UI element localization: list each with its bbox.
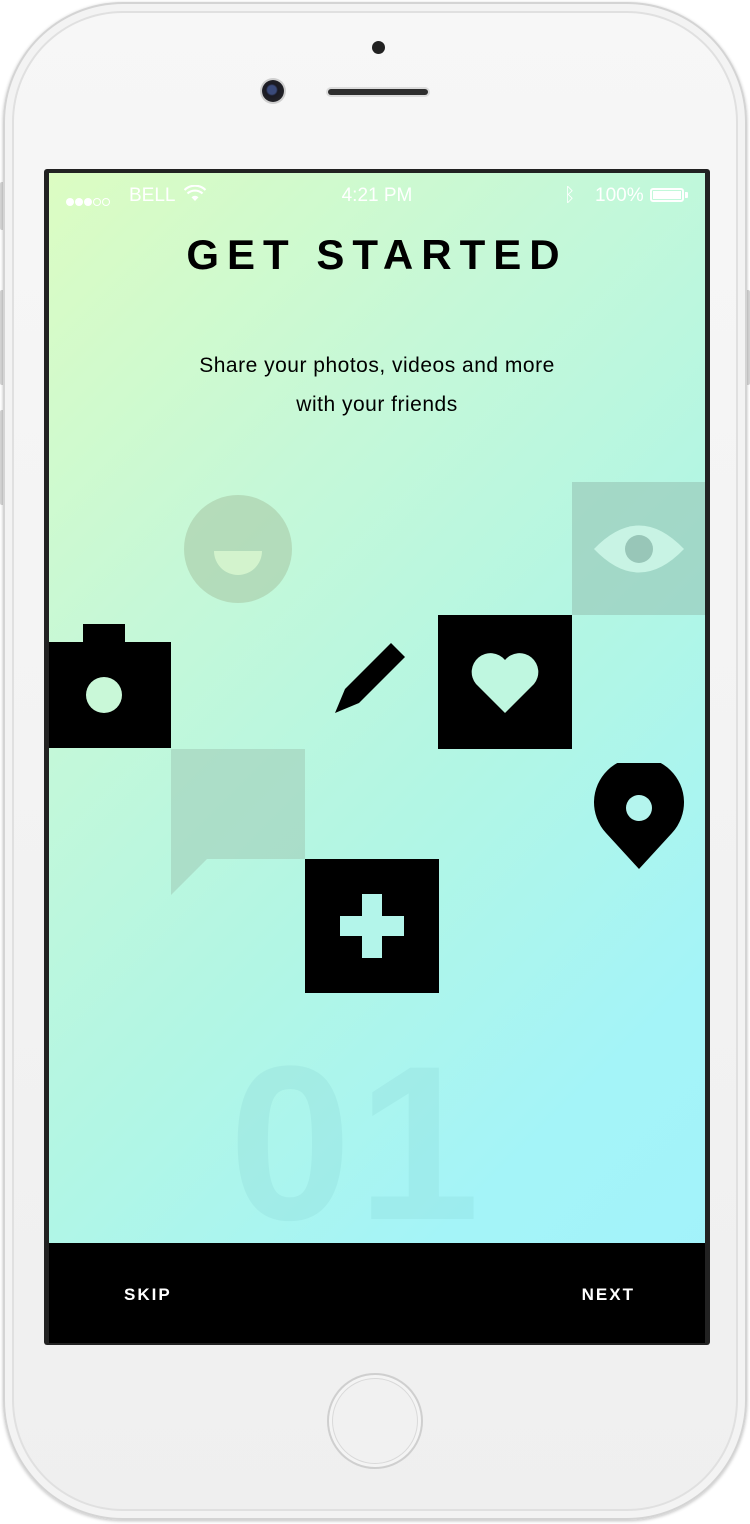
proximity-sensor	[372, 41, 385, 54]
subtitle-line-1: Share your photos, videos and more	[199, 354, 555, 377]
status-bar: BELL 4:21 PM ᛒ 100%	[49, 183, 705, 209]
next-button[interactable]: NEXT	[582, 1285, 635, 1305]
front-camera	[262, 80, 284, 102]
chat-bubble-icon	[171, 749, 305, 895]
bluetooth-icon: ᛒ	[564, 185, 576, 206]
smiley-icon	[184, 495, 292, 603]
page-title: GET STARTED	[186, 231, 568, 278]
home-button[interactable]	[327, 1373, 423, 1469]
pencil-icon	[335, 643, 405, 713]
subtitle-line-2: with your friends	[296, 393, 458, 416]
bottom-navigation-bar: SKIP NEXT	[49, 1243, 705, 1343]
earpiece-speaker	[328, 89, 428, 95]
heart-icon	[438, 615, 572, 749]
step-number: 01	[229, 1020, 486, 1266]
camera-icon	[49, 624, 171, 748]
skip-button[interactable]: SKIP	[124, 1285, 172, 1305]
onboarding-screen: BELL 4:21 PM ᛒ 100% GET STARTED Share yo…	[49, 173, 705, 1343]
battery-tip	[685, 192, 688, 198]
plus-icon	[305, 859, 439, 993]
page-subtitle: Share your photos, videos and more with …	[157, 346, 597, 424]
battery-percentage: 100%	[595, 185, 644, 206]
location-pin-icon	[594, 763, 684, 869]
eye-icon	[572, 482, 705, 615]
battery-icon	[650, 188, 684, 202]
